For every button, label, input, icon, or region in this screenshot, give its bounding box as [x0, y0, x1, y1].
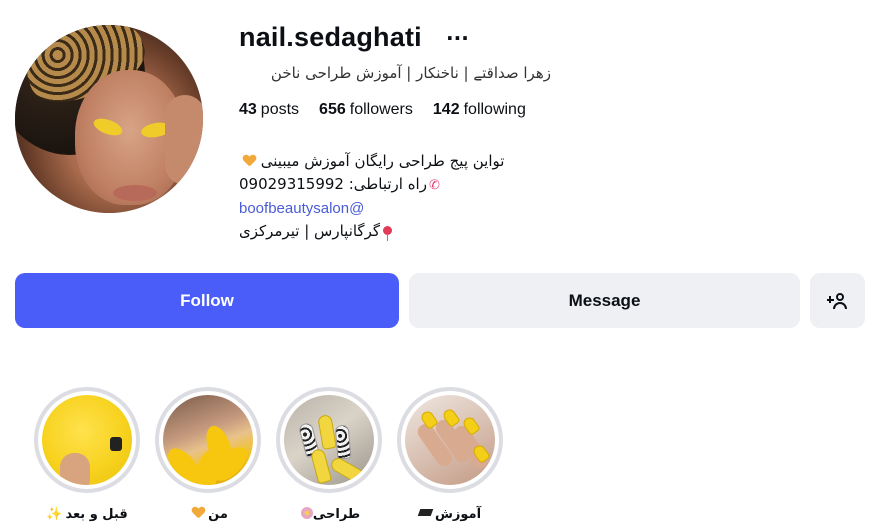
posts-count: 43: [239, 101, 257, 118]
highlight-before-after[interactable]: قبل و بعد✨: [34, 387, 140, 522]
add-person-icon: [826, 290, 849, 312]
suggest-accounts-button[interactable]: [810, 273, 865, 328]
profile-bio: تواین پیج طراحی رایگان آموزش میبینی راه …: [239, 150, 504, 243]
bio-line-4-text: گرگانپارس | تیرمرکزی: [239, 222, 380, 240]
followers-label: followers: [349, 101, 413, 118]
highlight-ring: [155, 387, 261, 493]
highlight-ring: [397, 387, 503, 493]
message-button[interactable]: Message: [409, 273, 800, 328]
highlight-label: قبل و بعد✨: [34, 507, 140, 522]
highlight-label-text: آموزش: [434, 507, 482, 522]
highlight-label: طراحی: [276, 507, 382, 522]
orange-heart-icon: [192, 507, 205, 519]
posts-label: posts: [260, 101, 300, 118]
profile-username: nail.sedaghati: [239, 22, 422, 52]
graduation-cap-icon: [417, 509, 434, 516]
blossom-icon: [300, 507, 313, 519]
bio-line-1-text: تواین پیج طراحی رایگان آموزش میبینی: [260, 152, 505, 170]
highlight-ring: [276, 387, 382, 493]
orange-heart-icon: [243, 155, 256, 167]
profile-full-name: زهرا صداقتے | ناخنکار | آموزش طراحی ناخن: [270, 64, 551, 82]
highlight-ring: [34, 387, 140, 493]
telephone-icon: ✆: [428, 178, 440, 193]
bio-line-2: راه ارتباطی: 09029315992 ✆: [239, 173, 504, 197]
following-stat[interactable]: 142 following: [433, 101, 526, 119]
more-options-icon[interactable]: ···: [446, 26, 469, 50]
highlight-cover: [284, 395, 374, 485]
bio-mention-link[interactable]: boofbeautysalon@: [239, 197, 504, 220]
highlight-education[interactable]: آموزش: [397, 387, 503, 522]
bio-line-4: گرگانپارس | تیرمرکزی: [239, 220, 504, 243]
following-label: following: [463, 101, 526, 118]
highlight-me[interactable]: من: [155, 387, 261, 522]
highlight-cover: [42, 395, 132, 485]
profile-avatar[interactable]: [15, 25, 203, 213]
followers-stat[interactable]: 656 followers: [319, 101, 413, 119]
bio-line-2-text: راه ارتباطی: 09029315992: [239, 175, 427, 193]
highlight-label: آموزش: [397, 507, 503, 522]
sparkles-icon: ✨: [46, 507, 63, 522]
posts-stat[interactable]: 43 posts: [239, 101, 299, 119]
highlight-design[interactable]: طراحی: [276, 387, 382, 522]
highlight-cover: [405, 395, 495, 485]
following-count: 142: [432, 101, 460, 118]
profile-stats: 43 posts 656 followers 142 following: [239, 101, 526, 119]
bio-line-1: تواین پیج طراحی رایگان آموزش میبینی: [239, 150, 505, 173]
avatar-hand: [165, 95, 203, 185]
highlight-label-text: من: [208, 507, 228, 522]
pushpin-icon: [383, 226, 392, 241]
highlight-label-text: قبل و بعد: [65, 507, 128, 522]
highlight-label-text: طراحی: [312, 507, 361, 522]
followers-count: 656: [319, 101, 346, 118]
follow-button[interactable]: Follow: [15, 273, 399, 328]
highlight-cover: [163, 395, 253, 485]
highlight-label: من: [155, 507, 261, 522]
avatar-lips: [113, 185, 157, 201]
